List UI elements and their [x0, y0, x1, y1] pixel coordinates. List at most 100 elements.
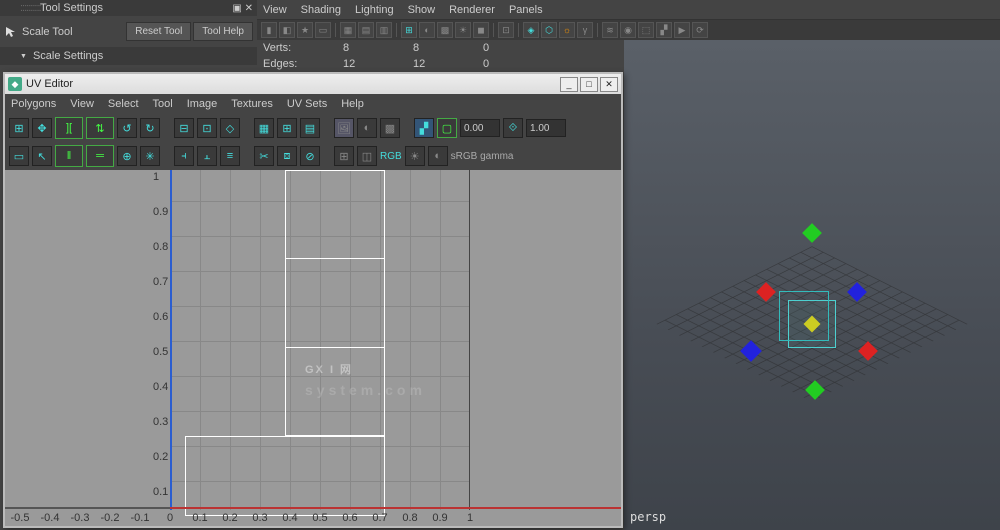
maximize-icon[interactable]: □	[580, 77, 598, 92]
sew-icon[interactable]: ⊕	[117, 146, 137, 166]
shaded-uv-icon[interactable]: ▩	[380, 118, 400, 138]
panel-title: Tool Settings	[40, 2, 103, 14]
grid-toggle-icon[interactable]: ⊞	[334, 146, 354, 166]
layout-icon[interactable]: ▦	[254, 118, 274, 138]
select-camera-icon[interactable]: ▮	[261, 22, 277, 38]
uv-shell[interactable]	[285, 258, 385, 348]
cursor-icon[interactable]: ↖	[32, 146, 52, 166]
u-input[interactable]	[460, 119, 500, 137]
viewport-3d[interactable]: persp	[624, 40, 1000, 530]
anti-alias-icon[interactable]: ▞	[656, 22, 672, 38]
cut-v-icon[interactable]: ═	[86, 145, 114, 167]
uv-lattice-icon[interactable]: ⊞	[9, 118, 29, 138]
split-icon[interactable]: ⊘	[300, 146, 320, 166]
minimize-icon[interactable]: _	[560, 77, 578, 92]
panel-close-icon[interactable]: ▣ ✕	[232, 3, 253, 14]
scale-settings-section[interactable]: Scale Settings	[0, 47, 257, 65]
viewport-menubar: View Shading Lighting Show Renderer Pane…	[257, 0, 1000, 20]
cut-u-icon[interactable]: ‖	[55, 145, 83, 167]
separator	[518, 23, 519, 37]
uv-editor-titlebar[interactable]: ◆ UV Editor _ □ ✕	[5, 74, 621, 94]
checker-icon[interactable]: ▞	[414, 118, 434, 138]
rgb-label[interactable]: RGB	[380, 151, 402, 162]
renderer-icon[interactable]: ▶	[674, 22, 690, 38]
ao-icon[interactable]: ⬚	[638, 22, 654, 38]
gamma-icon[interactable]: γ	[577, 22, 593, 38]
sew-tool-icon[interactable]: ⧈	[277, 146, 297, 166]
tool-settings-titlebar[interactable]: :::::::::: Tool Settings ▣ ✕	[0, 0, 257, 16]
menu-uvsets[interactable]: UV Sets	[287, 98, 327, 110]
shaded-icon[interactable]: ◐	[419, 22, 435, 38]
flip-u-icon[interactable]: ][	[55, 117, 83, 139]
menu-select[interactable]: Select	[108, 98, 139, 110]
v-input[interactable]	[526, 119, 566, 137]
uv-editor-toolbar: ⊞ ✥ ][ ⇅ ↺ ↻ ⊟ ⊡ ◇ ▦ ⊞ ▤ 🖼 ◐ ▩ ▞ ▢ ⟐ ▭ ↖…	[5, 114, 621, 170]
gamma-icon[interactable]: ◐	[428, 146, 448, 166]
separator	[396, 23, 397, 37]
gamma-label[interactable]: sRGB gamma	[451, 151, 514, 162]
motion-blur-icon[interactable]: ≋	[602, 22, 618, 38]
menu-renderer[interactable]: Renderer	[449, 4, 495, 16]
xray-joints-icon[interactable]: ⬡	[541, 22, 557, 38]
lights-icon[interactable]: ☀	[455, 22, 471, 38]
film-gate-icon[interactable]: ▦	[340, 22, 356, 38]
unfold-icon[interactable]: ✳	[140, 146, 160, 166]
select-shell-icon[interactable]: ▭	[9, 146, 29, 166]
cut-tool-icon[interactable]: ✂	[254, 146, 274, 166]
layout-3-icon[interactable]: ⊞	[277, 118, 297, 138]
image-plane-icon[interactable]: ▭	[315, 22, 331, 38]
gate-mask-icon[interactable]: ▥	[376, 22, 392, 38]
flip-v-icon[interactable]: ⇅	[86, 117, 114, 139]
isolate-icon[interactable]: ⊡	[498, 22, 514, 38]
link-icon[interactable]: ⟐	[503, 118, 523, 138]
menu-show[interactable]: Show	[408, 4, 436, 16]
dock-handle-icon[interactable]: ::::::::::	[20, 2, 41, 14]
reset-tool-button[interactable]: Reset Tool	[126, 22, 191, 41]
align-u-icon[interactable]: ⫞	[174, 146, 194, 166]
textured-icon[interactable]: ▩	[437, 22, 453, 38]
layout-4-icon[interactable]: ▤	[300, 118, 320, 138]
uv-move-icon[interactable]: ✥	[32, 118, 52, 138]
stack-icon[interactable]: ≡	[220, 146, 240, 166]
tool-help-button[interactable]: Tool Help	[193, 22, 253, 41]
uv-canvas[interactable]: GX I 网 system.com -0.5-0.4-0.3-0.2-0.100…	[5, 170, 621, 526]
uv-shell[interactable]	[185, 436, 385, 516]
edges-label: Edges:	[263, 56, 343, 72]
menu-panels[interactable]: Panels	[509, 4, 543, 16]
wireframe-icon[interactable]: ⊞	[401, 22, 417, 38]
grid-snap-icon[interactable]: ⊟	[174, 118, 194, 138]
close-icon[interactable]: ✕	[600, 77, 618, 92]
separator	[597, 23, 598, 37]
menu-shading[interactable]: Shading	[301, 4, 341, 16]
ipr-icon[interactable]: ⟳	[692, 22, 708, 38]
menu-help[interactable]: Help	[341, 98, 364, 110]
separator	[493, 23, 494, 37]
menu-view[interactable]: View	[263, 4, 287, 16]
iso-select-icon[interactable]: ◫	[357, 146, 377, 166]
exposure-icon[interactable]: ☼	[559, 22, 575, 38]
snap-icon[interactable]: ◇	[220, 118, 240, 138]
resolution-gate-icon[interactable]: ▤	[358, 22, 374, 38]
menu-image[interactable]: Image	[187, 98, 218, 110]
uv-axis-v	[170, 170, 172, 510]
rotate-ccw-icon[interactable]: ↺	[117, 118, 137, 138]
menu-lighting[interactable]: Lighting	[355, 4, 394, 16]
exposure-icon[interactable]: ☀	[405, 146, 425, 166]
menu-view[interactable]: View	[70, 98, 94, 110]
align-v-icon[interactable]: ⫠	[197, 146, 217, 166]
texture-border-icon[interactable]: ▢	[437, 118, 457, 138]
bookmark-icon[interactable]: ★	[297, 22, 313, 38]
menu-polygons[interactable]: Polygons	[11, 98, 56, 110]
dimmed-icon[interactable]: ◐	[357, 118, 377, 138]
xray-icon[interactable]: ◈	[523, 22, 539, 38]
image-display-icon[interactable]: 🖼	[334, 118, 354, 138]
tool-name-row: Scale Tool Reset Tool Tool Help	[0, 16, 257, 47]
scale-handle-y[interactable]	[802, 223, 822, 243]
menu-tool[interactable]: Tool	[153, 98, 173, 110]
shadows-icon[interactable]: ◼	[473, 22, 489, 38]
depth-of-field-icon[interactable]: ◉	[620, 22, 636, 38]
camera-icon[interactable]: ◧	[279, 22, 295, 38]
pixel-snap-icon[interactable]: ⊡	[197, 118, 217, 138]
rotate-cw-icon[interactable]: ↻	[140, 118, 160, 138]
menu-textures[interactable]: Textures	[231, 98, 273, 110]
